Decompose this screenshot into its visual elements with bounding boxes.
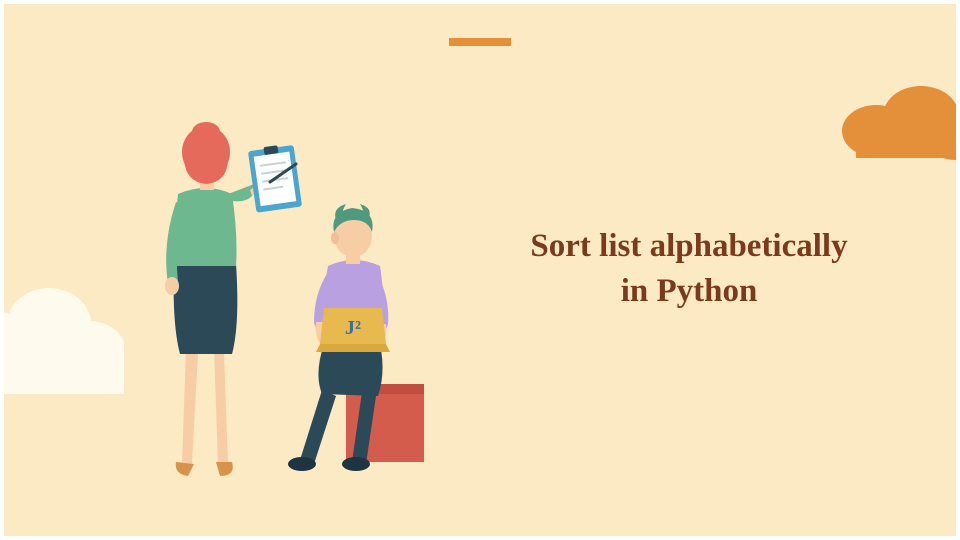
accent-bar [449,38,511,46]
title-line-1: Sort list alphabetically [530,228,847,264]
woman-figure [165,122,302,476]
stage: Sort list alphabetically in Python [0,0,960,540]
page-title: Sort list alphabetically in Python [474,224,904,313]
laptop-logo: J² [345,317,361,339]
canvas: Sort list alphabetically in Python [4,4,956,536]
title-line-2: in Python [621,273,758,309]
cloud-right-icon [836,76,956,166]
cloud-left-icon [4,274,124,394]
illustration: J² [124,104,464,504]
